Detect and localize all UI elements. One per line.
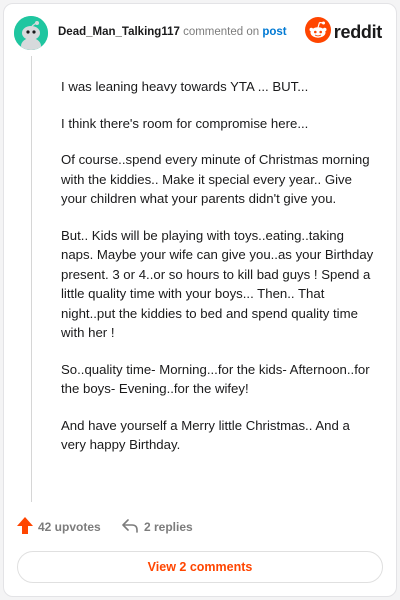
comment-meta: Dead_Man_Talking117 commented on post (58, 25, 287, 39)
reply-arrow-icon (122, 518, 138, 536)
comment-paragraph: Of course..spend every minute of Christm… (61, 152, 370, 206)
reddit-logo[interactable]: reddit (304, 16, 383, 48)
reddit-wordmark: reddit (333, 21, 383, 42)
commented-on-text: commented on (183, 26, 260, 38)
comment-paragraph: I think there's room for compromise here… (61, 115, 309, 131)
comment-paragraph: But.. Kids will be playing with toys..ea… (61, 227, 374, 341)
view-comments-button[interactable]: View 2 comments (17, 551, 383, 583)
thread-line[interactable] (31, 56, 32, 502)
upvote-arrow-icon (17, 517, 33, 537)
comment-header: Dead_Man_Talking117 commented on post re… (14, 16, 382, 50)
replies-button[interactable]: 2 replies (122, 517, 193, 537)
username-link[interactable]: Dead_Man_Talking117 (58, 26, 180, 38)
comment-paragraph: And have yourself a Merry little Christm… (61, 417, 350, 453)
upvote-button[interactable]: 42 upvotes (17, 517, 101, 537)
reddit-snoo-icon (304, 16, 331, 48)
comment-actions: 42 upvotes 2 replies (17, 517, 377, 537)
replies-count: 2 replies (144, 520, 193, 534)
snoo-avatar-icon[interactable] (14, 16, 48, 50)
upvote-count: 42 upvotes (38, 520, 101, 534)
comment-body: I was leaning heavy towards YTA ... BUT.… (61, 77, 377, 472)
post-link[interactable]: post (262, 26, 286, 38)
comment-paragraph: So..quality time- Morning...for the kids… (61, 361, 370, 397)
comment-paragraph: I was leaning heavy towards YTA ... BUT.… (61, 79, 309, 94)
